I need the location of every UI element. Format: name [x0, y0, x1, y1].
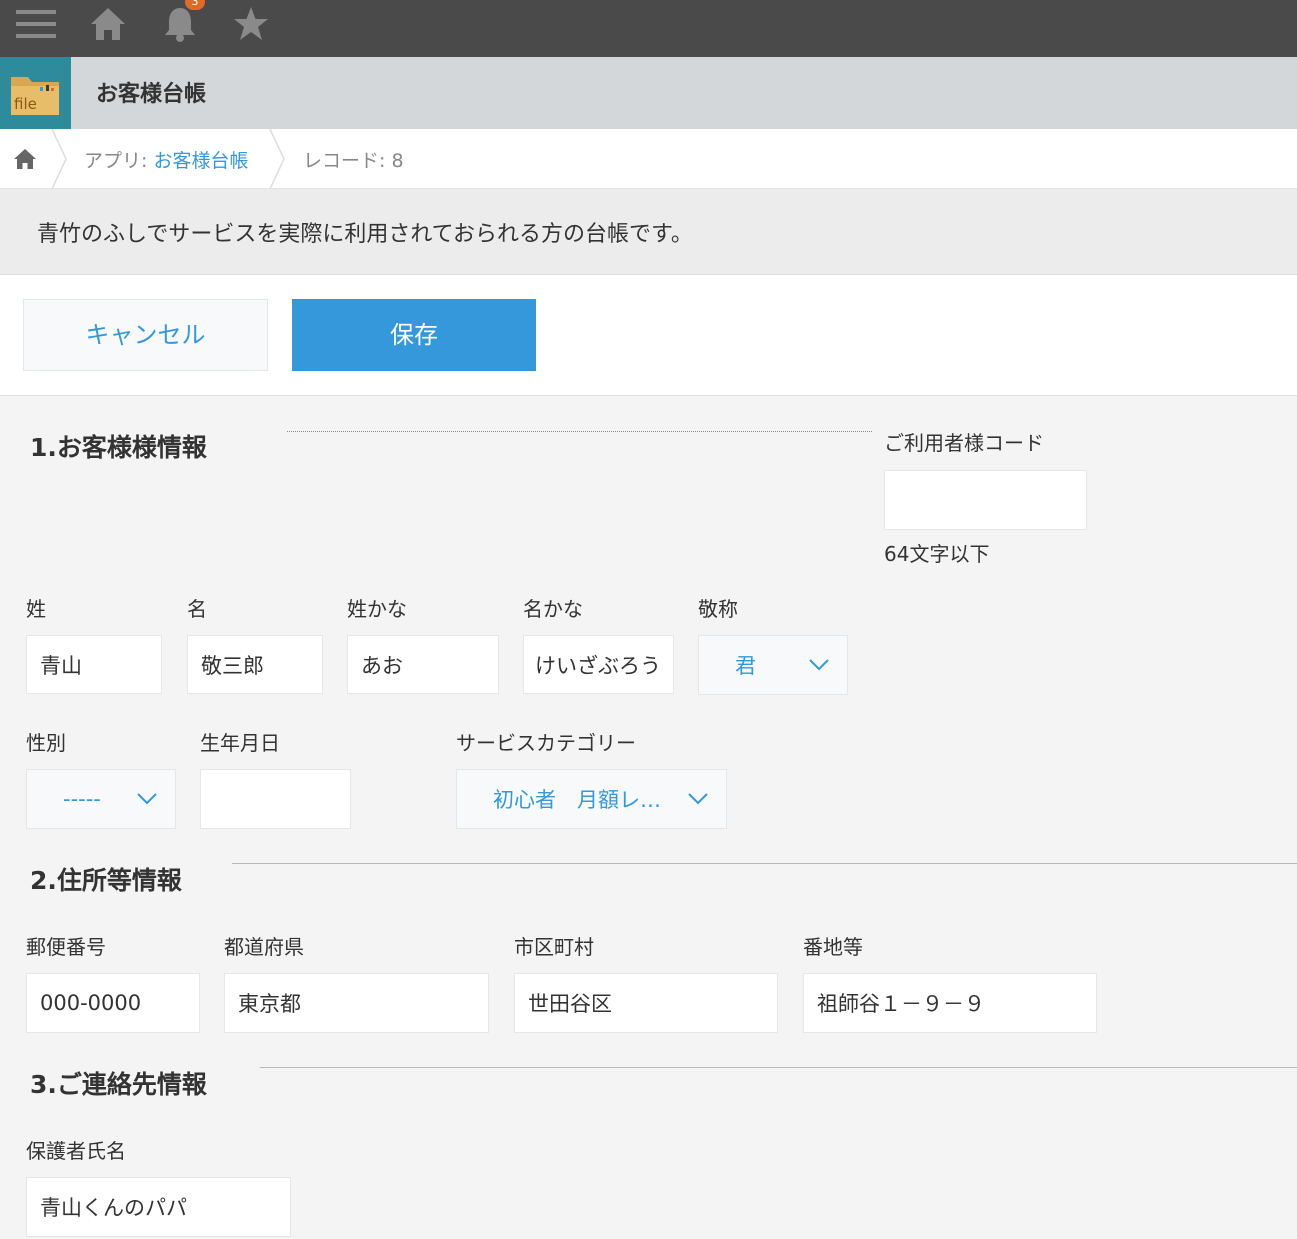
last-kana-input[interactable]: あお [347, 635, 499, 694]
guardian-name-input[interactable]: 青山くんのパパ [26, 1177, 291, 1237]
cancel-button[interactable]: キャンセル [23, 299, 268, 371]
prefecture-input[interactable]: 東京都 [224, 973, 489, 1033]
breadcrumb-separator [269, 129, 285, 189]
address-label: 番地等 [803, 935, 863, 959]
section-title-customer-info: 1.お客様様情報 [30, 433, 207, 462]
app-description: 青竹のふしでサービスを実際に利用されておられる方の台帳です。 [37, 222, 693, 247]
service-category-value: 初心者 月額レ… [493, 788, 661, 812]
last-kana-label: 姓かな [347, 597, 407, 621]
breadcrumb-record: レコード: 8 [303, 150, 404, 172]
gender-select[interactable]: ----- [26, 769, 176, 829]
home-icon[interactable] [88, 4, 128, 44]
notification-badge: 3 [185, 0, 205, 10]
last-name-label: 姓 [26, 597, 46, 621]
service-category-label: サービスカテゴリー [456, 731, 636, 755]
honorific-select[interactable]: 君 [698, 635, 848, 695]
breadcrumb-home-icon[interactable] [13, 148, 37, 174]
section-divider [287, 431, 872, 432]
city-label: 市区町村 [514, 935, 594, 959]
svg-text:file: file [14, 95, 37, 113]
user-code-hint: 64文字以下 [884, 542, 990, 566]
first-name-label: 名 [187, 597, 207, 621]
section-title-address-info: 2.住所等情報 [30, 866, 182, 895]
chevron-down-icon [688, 793, 708, 805]
address-input[interactable]: 祖師谷１－９－９ [803, 973, 1097, 1033]
file-folder-icon: file [0, 57, 71, 129]
section-title-contact-info: 3.ご連絡先情報 [30, 1070, 207, 1099]
postal-code-input[interactable]: 000-0000 [26, 973, 200, 1033]
last-name-input[interactable]: 青山 [26, 635, 162, 694]
bell-icon[interactable] [160, 4, 200, 44]
section-divider [232, 863, 1297, 864]
first-kana-input[interactable]: けいざぶろう [523, 635, 674, 694]
first-name-input[interactable]: 敬三郎 [187, 635, 323, 694]
birthday-label: 生年月日 [200, 731, 280, 755]
honorific-label: 敬称 [698, 597, 738, 621]
app-title: お客様台帳 [96, 82, 207, 107]
chevron-down-icon [809, 659, 829, 671]
gender-label: 性別 [26, 731, 66, 755]
guardian-name-label: 保護者氏名 [26, 1139, 126, 1163]
honorific-value: 君 [735, 654, 756, 678]
first-kana-label: 名かな [523, 597, 583, 621]
user-code-label: ご利用者様コード [884, 431, 1044, 455]
section-divider [260, 1067, 1297, 1068]
user-code-input[interactable] [884, 470, 1087, 530]
global-header: 3 [0, 0, 1297, 57]
birthday-input[interactable] [200, 769, 351, 829]
breadcrumb-app: アプリ: お客様台帳 [84, 150, 249, 172]
prefecture-label: 都道府県 [224, 935, 304, 959]
save-button[interactable]: 保存 [292, 299, 536, 371]
chevron-down-icon [137, 793, 157, 805]
breadcrumb-app-link[interactable]: お客様台帳 [153, 150, 248, 172]
city-input[interactable]: 世田谷区 [514, 973, 778, 1033]
gender-value: ----- [63, 787, 101, 811]
breadcrumb: アプリ: お客様台帳 レコード: 8 [0, 129, 1297, 189]
star-icon[interactable] [231, 4, 271, 44]
postal-code-label: 郵便番号 [26, 935, 106, 959]
breadcrumb-separator [51, 129, 67, 189]
hamburger-menu-icon[interactable] [14, 4, 58, 44]
service-category-select[interactable]: 初心者 月額レ… [456, 769, 727, 829]
